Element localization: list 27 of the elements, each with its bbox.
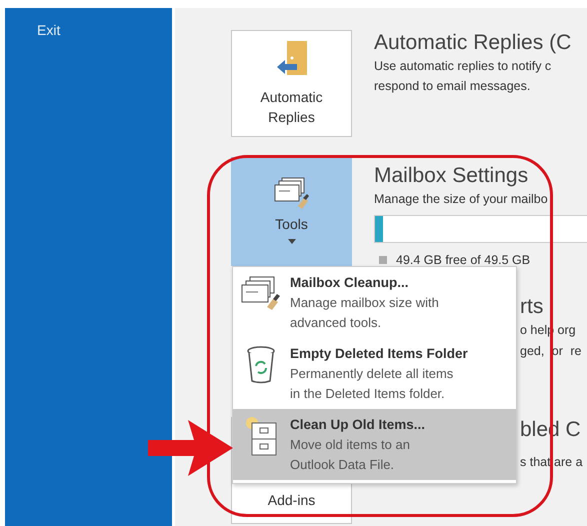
envelopes-brush-icon	[241, 275, 281, 311]
envelopes-brush-icon	[274, 176, 310, 210]
exit-menu-item[interactable]: Exit	[37, 22, 60, 38]
section-description: s that are a	[520, 454, 583, 471]
menu-item-title: Empty Deleted Items Folder	[290, 345, 468, 363]
menu-item-title: Mailbox Cleanup...	[290, 274, 410, 292]
menu-item-description: advanced tools.	[290, 314, 382, 332]
section-heading: Mailbox Settings	[374, 163, 530, 189]
menu-item[interactable]: Empty Deleted Items Folder Permanently delete all items in the Deleted Items folder.	[233, 338, 516, 409]
menu-item-description: Move old items to an	[290, 436, 411, 454]
menu-item-description: in the Deleted Items folder.	[290, 385, 446, 403]
menu-item-description: Outlook Data File.	[290, 456, 396, 474]
menu-item-description: Permanently delete all items	[290, 365, 454, 383]
storage-legend: 49.4 GB free of 49.5 GB	[396, 251, 530, 269]
tools-button[interactable]: Tools	[231, 157, 352, 266]
section-heading: Automatic Replies (C	[374, 30, 572, 56]
section-heading: rts	[520, 294, 544, 320]
section-description: respond to email messages.	[374, 78, 532, 95]
menu-item-description: Manage mailbox size with	[290, 294, 439, 312]
caret-icon	[288, 239, 296, 244]
section-description: Manage the size of your mailbo	[374, 191, 549, 208]
legend-swatch	[379, 256, 387, 264]
menu-item[interactable]: Mailbox Cleanup... Manage mailbox size with advanced tools.	[233, 267, 516, 338]
automatic-replies-button[interactable]: Automatic Replies	[231, 30, 352, 137]
menu-item-title: Clean Up Old Items...	[290, 416, 426, 434]
menu-item[interactable]: Clean Up Old Items... Move old items to an Outlook Data File.	[233, 409, 516, 480]
section-description: Use automatic replies to notify c	[374, 58, 552, 75]
